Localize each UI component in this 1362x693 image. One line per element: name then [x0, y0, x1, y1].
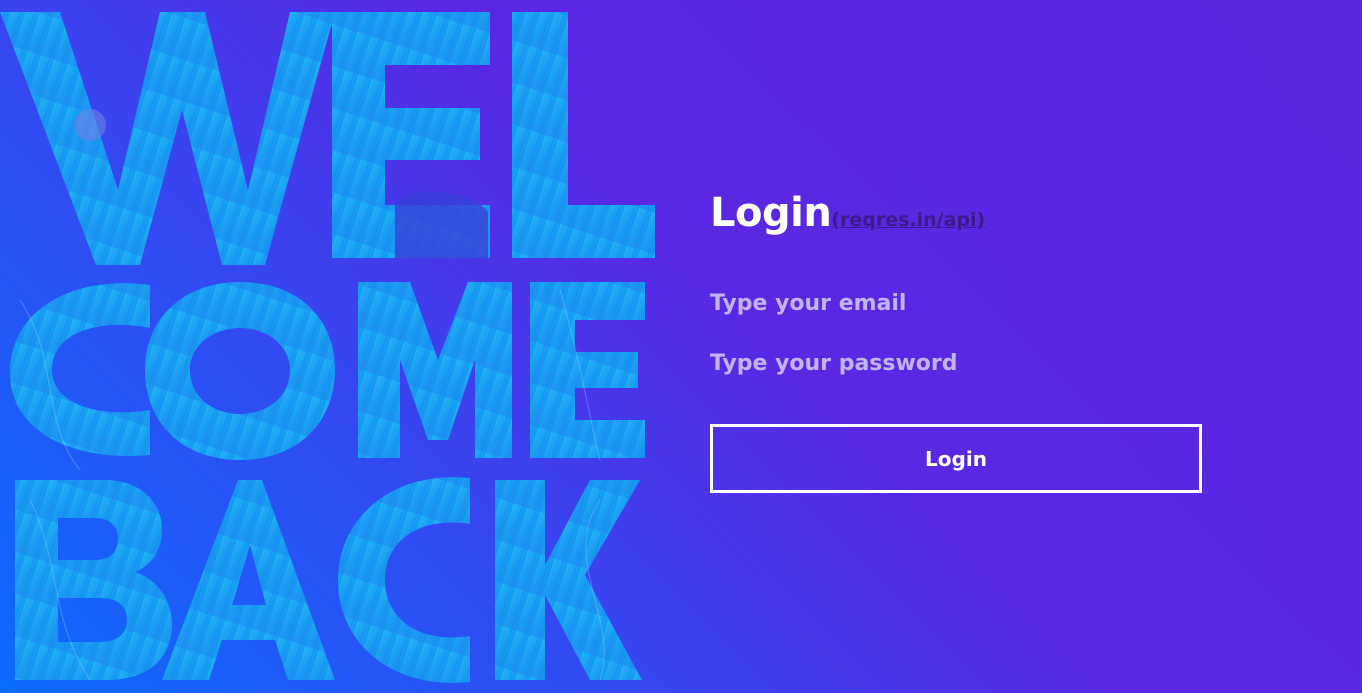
login-title-row: Login (reqres.in/api): [710, 190, 1202, 250]
welcome-back-image: [0, 12, 655, 683]
login-page: Login (reqres.in/api) Login: [0, 0, 1362, 693]
password-field[interactable]: [710, 346, 1202, 380]
login-form: Login (reqres.in/api) Login: [710, 190, 1202, 493]
letters-come: [9, 282, 645, 460]
reqres-api-link[interactable]: (reqres.in/api): [831, 209, 985, 231]
login-title: Login: [710, 190, 832, 236]
login-button[interactable]: Login: [710, 424, 1202, 493]
welcome-back-artwork: [0, 0, 660, 693]
email-field[interactable]: [710, 286, 1202, 320]
letters-back: [15, 477, 642, 683]
